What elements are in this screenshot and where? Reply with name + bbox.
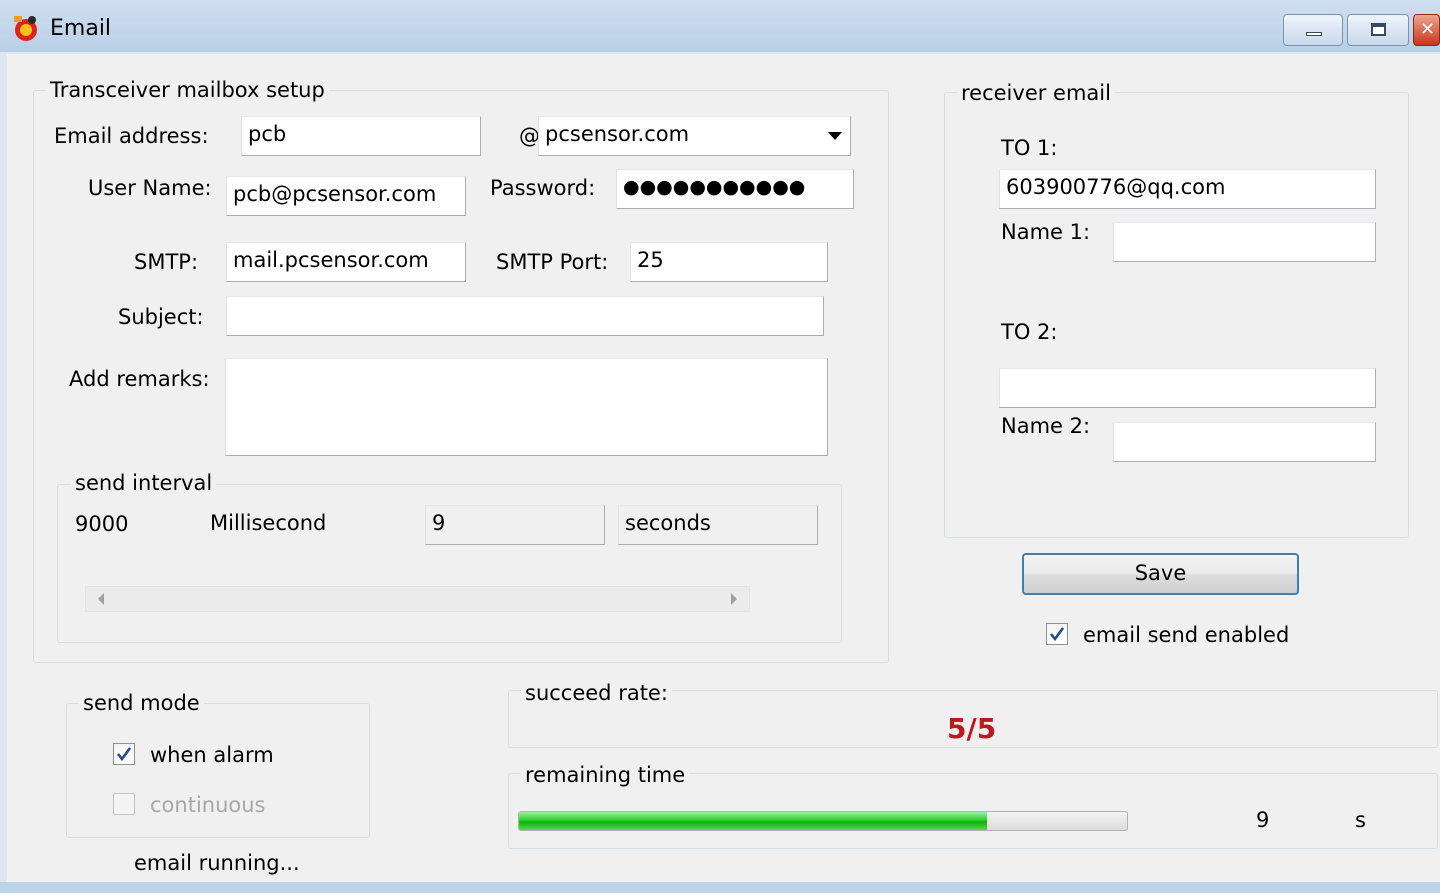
smtp-input[interactable]: mail.pcsensor.com <box>226 242 466 282</box>
save-button[interactable]: Save <box>1022 553 1299 595</box>
smtp-port-label: SMTP Port: <box>496 250 609 274</box>
minimize-icon <box>1306 32 1322 36</box>
receiver-group-label: receiver email <box>957 81 1115 105</box>
email-address-label: Email address: <box>54 124 209 148</box>
when-alarm-label[interactable]: when alarm <box>150 743 274 767</box>
user-name-input[interactable]: pcb@pcsensor.com <box>226 176 466 216</box>
password-label: Password: <box>490 176 596 200</box>
name1-label: Name 1: <box>1001 220 1091 244</box>
subject-label: Subject: <box>118 305 204 329</box>
send-interval-label: send interval <box>71 471 217 495</box>
remaining-time-unit: s <box>1355 808 1366 832</box>
maximize-icon <box>1371 23 1386 36</box>
when-alarm-checkbox[interactable] <box>113 743 135 765</box>
name2-label: Name 2: <box>1001 414 1091 438</box>
password-input[interactable]: ●●●●●●●●●●● <box>616 169 854 209</box>
continuous-checkbox[interactable] <box>113 793 135 815</box>
succeed-rate-label: succeed rate: <box>521 681 672 705</box>
window-bottom-border <box>0 882 1440 893</box>
send-mode-label: send mode <box>79 691 204 715</box>
email-send-enabled-label[interactable]: email send enabled <box>1083 623 1289 647</box>
remarks-textarea[interactable] <box>225 358 828 456</box>
title-bar[interactable]: Email ✕ <box>0 0 1440 52</box>
name2-input[interactable] <box>1113 422 1376 462</box>
scroll-right-icon[interactable] <box>731 593 737 605</box>
remaining-progress-fill <box>519 812 988 830</box>
smtp-label: SMTP: <box>134 250 199 274</box>
interval-seconds-field: 9 <box>425 505 605 545</box>
user-name-label: User Name: <box>88 176 212 200</box>
subject-input[interactable] <box>226 296 824 336</box>
at-sign-label: @ <box>519 124 540 148</box>
email-address-input[interactable]: pcb <box>241 116 481 156</box>
interval-seconds-unit-field: seconds <box>618 505 818 545</box>
close-button[interactable]: ✕ <box>1413 14 1440 46</box>
status-running-text: email running... <box>134 851 300 875</box>
email-window: Email ✕ Transceiver mailbox setup Email … <box>0 0 1440 893</box>
remaining-time-label: remaining time <box>521 763 690 787</box>
to1-label: TO 1: <box>1001 136 1058 160</box>
scroll-left-icon[interactable] <box>98 593 104 605</box>
to1-input[interactable]: 603900776@qq.com <box>999 169 1376 209</box>
continuous-label[interactable]: continuous <box>150 793 266 817</box>
send-mode-group <box>66 703 370 838</box>
succeed-rate-value: 5/5 <box>947 712 997 745</box>
remaining-progress-bar <box>518 811 1128 831</box>
domain-select[interactable]: pcsensor.com <box>538 116 851 156</box>
interval-scrollbar[interactable] <box>85 586 750 612</box>
to2-label: TO 2: <box>1001 320 1058 344</box>
to2-input[interactable] <box>999 368 1376 408</box>
chevron-down-icon[interactable] <box>828 132 842 140</box>
window-title: Email <box>50 16 112 41</box>
name1-input[interactable] <box>1113 222 1376 262</box>
remaining-time-value: 9 <box>1256 808 1270 832</box>
app-icon <box>14 16 37 41</box>
check-icon <box>1049 627 1065 642</box>
domain-select-value: pcsensor.com <box>545 122 690 146</box>
minimize-button[interactable] <box>1283 14 1343 46</box>
check-icon <box>116 747 132 762</box>
maximize-button[interactable] <box>1347 14 1409 46</box>
close-icon: ✕ <box>1420 19 1436 40</box>
interval-ms-unit: Millisecond <box>210 511 327 535</box>
smtp-port-input[interactable]: 25 <box>630 242 828 282</box>
remarks-label: Add remarks: <box>69 367 210 391</box>
transceiver-group-label: Transceiver mailbox setup <box>46 78 329 102</box>
interval-ms-value: 9000 <box>75 512 129 536</box>
email-send-enabled-checkbox[interactable] <box>1046 623 1068 645</box>
